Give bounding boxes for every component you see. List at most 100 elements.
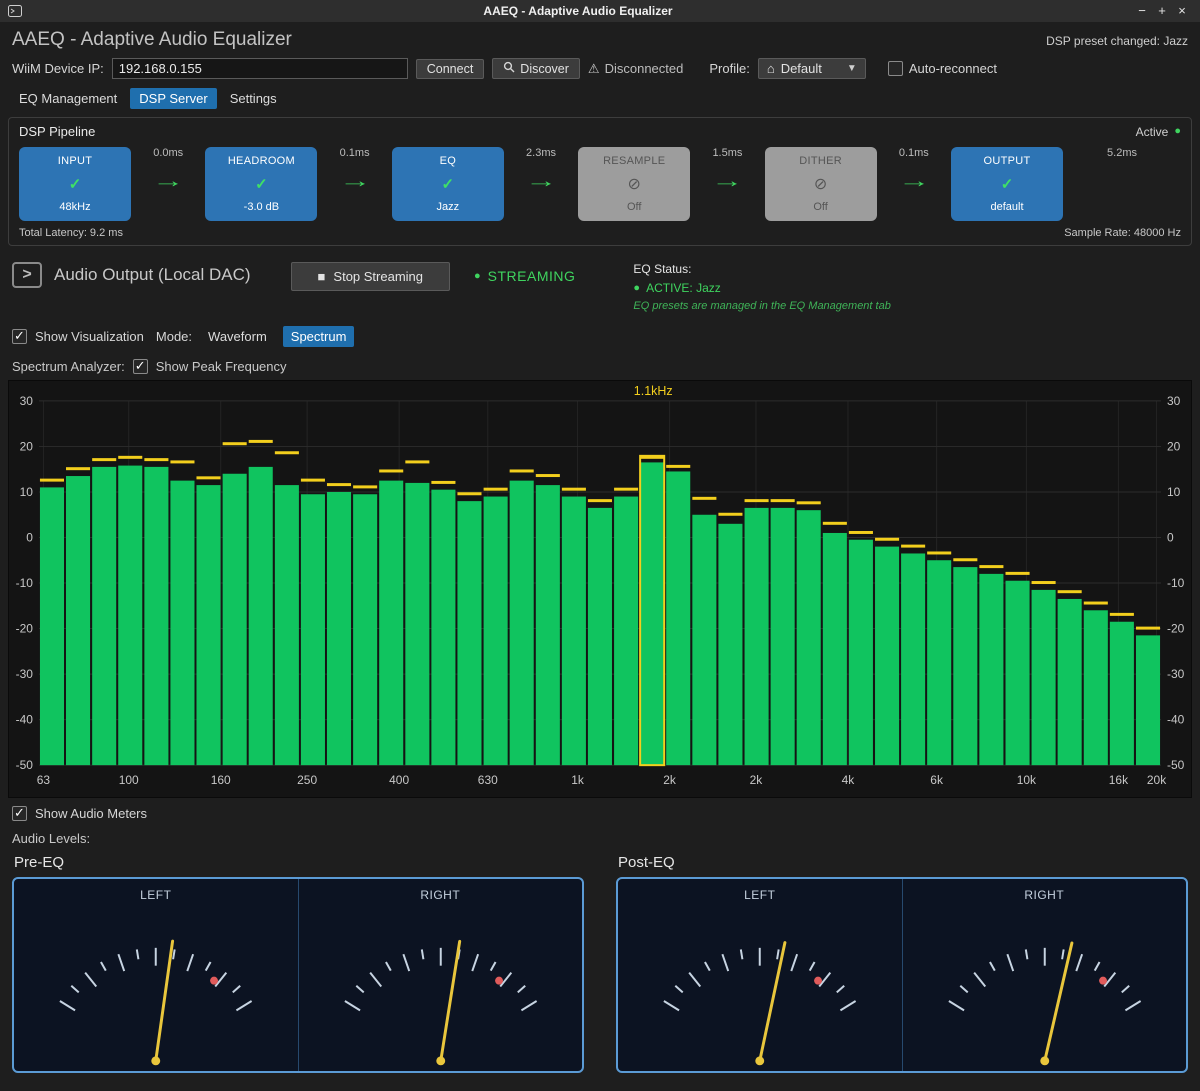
svg-text:-30: -30 [1167,667,1185,681]
spectrum-svg: 631001602504006301k2k2k4k6k10k16k20k3030… [9,381,1191,797]
connect-button[interactable]: Connect [416,59,485,79]
app-icon[interactable] [8,4,24,18]
stage-latency: 0.0ms [153,147,183,159]
pipeline-connector: 0.1ms→ [877,147,951,221]
svg-text:-20: -20 [1167,622,1185,636]
pre-eq-left-meter: LEFT [14,879,299,1071]
svg-text:-40: -40 [1167,713,1185,727]
arrow-right-icon: → [338,171,370,193]
post-eq-title: Post-EQ [616,850,1188,877]
pipeline-connector: 0.0ms→ [131,147,205,221]
eq-status-label: EQ Status: [633,262,890,276]
svg-text:6k: 6k [930,773,943,787]
needle [440,941,459,1060]
close-button[interactable]: × [1172,0,1192,22]
pipeline-stage-input: INPUT✓48kHz [19,147,131,221]
svg-text:63: 63 [37,773,51,787]
svg-text:10: 10 [20,485,34,499]
connection-bar: WiiM Device IP: Connect Discover ⚠ Disco… [0,55,1200,82]
stage-latency: 5.2ms [1107,147,1137,159]
needle [1044,943,1071,1061]
peak-indicator-dot [814,977,822,985]
sample-rate: Sample Rate: 48000 Hz [1064,227,1181,239]
show-visualization-checkbox[interactable] [12,329,27,344]
show-audio-meters-label: Show Audio Meters [35,806,147,821]
check-icon: ✓ [442,175,455,193]
svg-text:30: 30 [1167,394,1181,408]
svg-text:2k: 2k [750,773,763,787]
post-eq-meter-panel: LEFT RIGHT [616,877,1188,1073]
pre-eq-group: Pre-EQ LEFT RIGHT [12,850,584,1073]
svg-text:-30: -30 [16,667,34,681]
stage-latency: 2.3ms [526,147,556,159]
post-eq-right-meter: RIGHT [903,879,1187,1071]
stage-latency: 0.1ms [340,147,370,159]
profile-dropdown[interactable]: ⌂ Default ▼ [758,58,866,79]
main-tabs: EQ Management DSP Server Settings [0,82,1200,111]
svg-text:20: 20 [1167,439,1181,453]
connection-status: ⚠ Disconnected [588,61,683,77]
check-icon: ✓ [1001,175,1014,193]
mode-spectrum[interactable]: Spectrum [283,326,355,347]
mode-waveform[interactable]: Waveform [200,326,275,347]
audio-level-meters: Pre-EQ LEFT RIGHT Post-EQ LEFT RIGHT [12,850,1188,1073]
show-audio-meters-row: Show Audio Meters [0,798,1200,821]
page-title: AAEQ - Adaptive Audio Equalizer [12,29,292,51]
svg-text:250: 250 [297,773,317,787]
svg-text:0: 0 [26,530,33,544]
needle-pivot [151,1056,160,1065]
spectrum-analyzer-label: Spectrum Analyzer: [12,359,125,374]
chevron-down-icon: ▼ [847,63,857,74]
final-latency: 5.2ms [1063,147,1181,221]
show-audio-meters-checkbox[interactable] [12,806,27,821]
eq-status-block: EQ Status: ● ACTIVE: Jazz EQ presets are… [633,262,890,312]
stop-streaming-button[interactable]: ■ Stop Streaming [291,262,450,291]
stage-latency: 1.5ms [712,147,742,159]
needle-pivot [755,1056,764,1065]
profile-value: Default [781,61,822,76]
pipeline-stages: INPUT✓48kHz0.0ms→HEADROOM✓-3.0 dB0.1ms→E… [19,147,1181,221]
audio-levels-label: Audio Levels: [0,821,1200,846]
audio-output-title: Audio Output (Local DAC) [54,265,251,285]
pre-eq-meter-panel: LEFT RIGHT [12,877,584,1073]
peak-frequency-label: 1.1kHz [634,384,673,398]
svg-text:10: 10 [1167,485,1181,499]
device-ip-input[interactable] [112,58,408,79]
active-dot-icon: ● [1174,126,1181,137]
show-peak-frequency-checkbox[interactable] [133,359,148,374]
mode-label: Mode: [156,329,192,344]
pipeline-stage-headroom: HEADROOM✓-3.0 dB [205,147,317,221]
needle-pivot [1040,1056,1049,1065]
vu-gauge [14,902,298,1071]
needle [760,943,785,1061]
maximize-button[interactable]: + [1152,0,1172,22]
discover-button[interactable]: Discover [492,58,580,79]
arrow-right-icon: → [711,171,743,193]
minimize-button[interactable]: − [1132,0,1152,22]
svg-text:-40: -40 [16,713,34,727]
pipeline-stage-resample: RESAMPLE⊘Off [578,147,690,221]
arrow-right-icon: → [898,171,930,193]
disabled-icon: ⊘ [628,174,641,194]
pipeline-stage-eq: EQ✓Jazz [392,147,504,221]
eq-status-note: EQ presets are managed in the EQ Managem… [633,300,890,312]
show-visualization-label: Show Visualization [35,329,144,344]
peak-indicator-dot [495,977,503,985]
svg-text:0: 0 [1167,530,1174,544]
needle-pivot [436,1056,445,1065]
svg-text:-50: -50 [1167,758,1185,772]
tab-dsp-server[interactable]: DSP Server [130,88,216,109]
spectrum-analyzer-controls: Spectrum Analyzer: Show Peak Frequency [0,347,1200,378]
auto-reconnect-checkbox[interactable] [888,61,903,76]
vu-gauge [299,902,583,1071]
check-icon: ✓ [69,175,82,193]
streaming-status: ● STREAMING [474,262,575,284]
tab-eq-management[interactable]: EQ Management [10,88,126,109]
auto-reconnect-label: Auto-reconnect [909,61,997,76]
pipeline-connector: 1.5ms → [690,147,764,221]
tab-settings[interactable]: Settings [221,88,286,109]
streaming-dot-icon: ● [474,271,481,282]
post-eq-left-meter: LEFT [618,879,903,1071]
show-peak-frequency-label: Show Peak Frequency [156,359,287,374]
check-icon: ✓ [255,175,268,193]
